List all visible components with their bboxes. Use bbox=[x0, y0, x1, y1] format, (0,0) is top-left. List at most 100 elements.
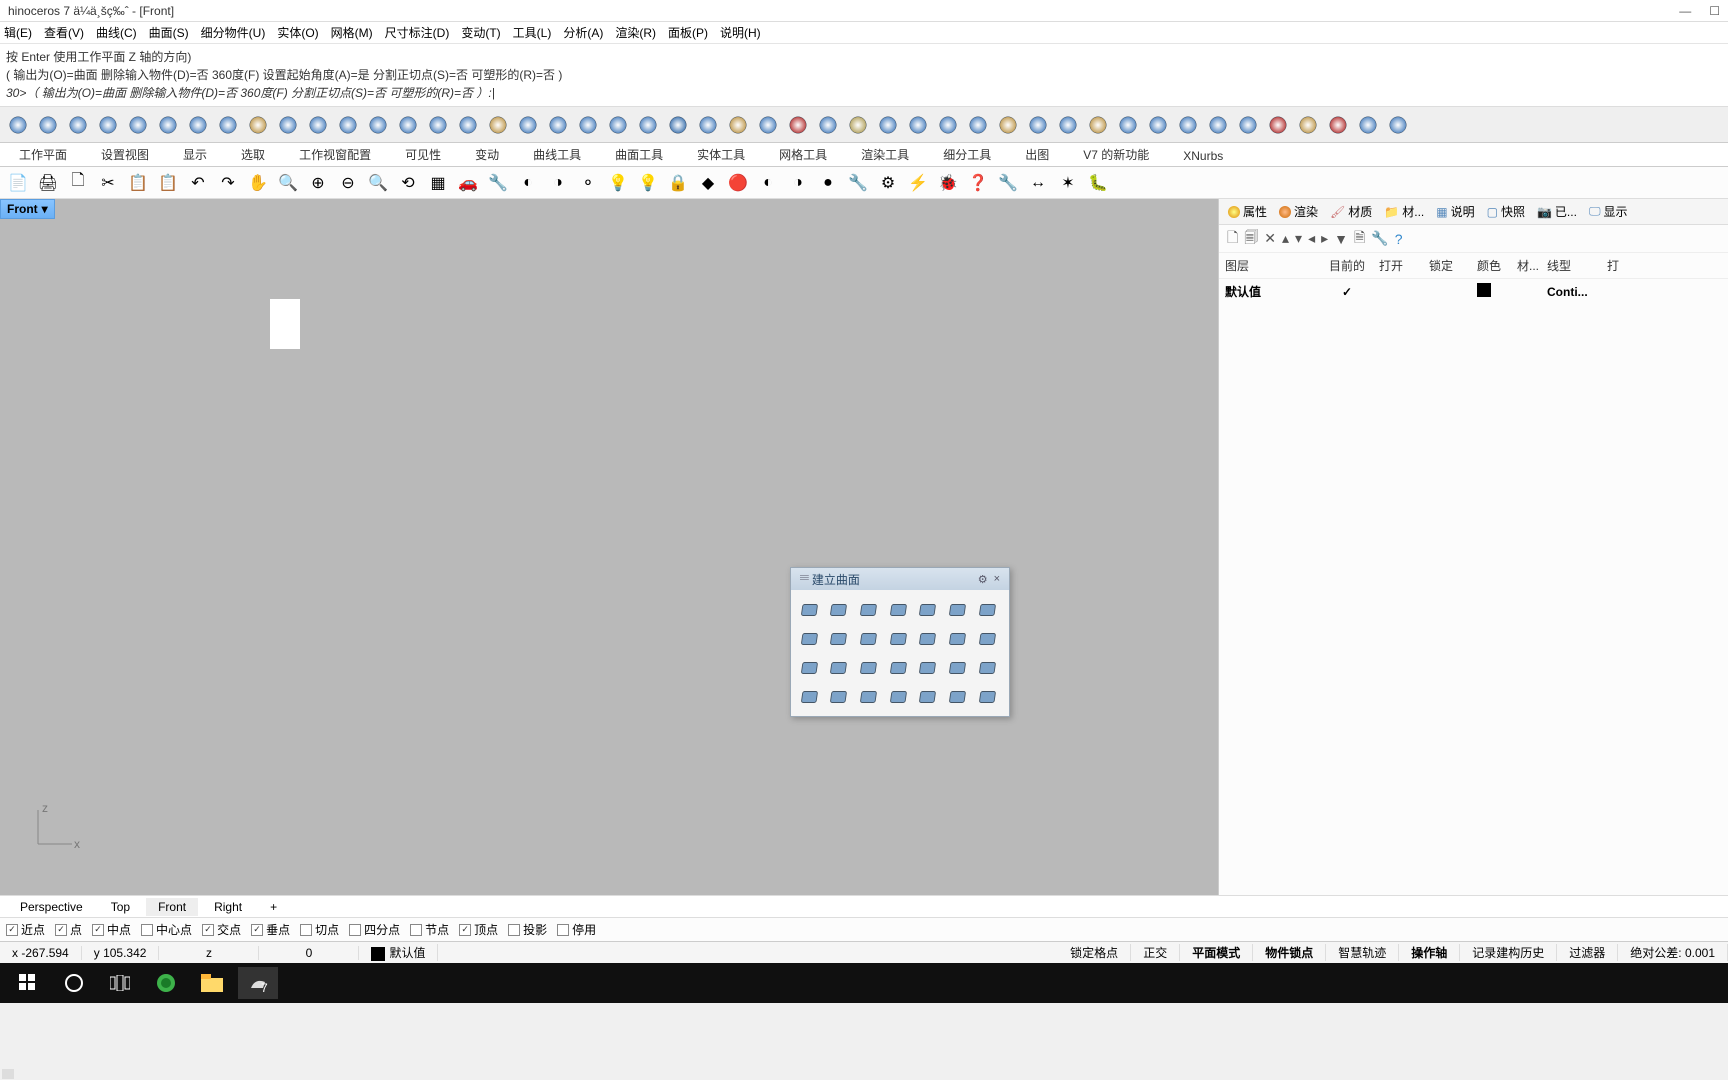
main-tool-27[interactable] bbox=[814, 111, 842, 139]
main-tool-38[interactable] bbox=[1144, 111, 1172, 139]
osnap-checkbox-5[interactable] bbox=[251, 924, 263, 936]
std-tool-35[interactable]: ✶ bbox=[1054, 169, 1082, 197]
main-tool-43[interactable] bbox=[1294, 111, 1322, 139]
taskbar-explorer-icon[interactable] bbox=[192, 967, 232, 999]
status-filter[interactable]: 过滤器 bbox=[1557, 944, 1618, 961]
main-tool-24[interactable] bbox=[724, 111, 752, 139]
new-sublayer-icon[interactable]: 🗐 bbox=[1244, 227, 1258, 251]
main-tool-15[interactable] bbox=[454, 111, 482, 139]
main-tool-41[interactable] bbox=[1234, 111, 1262, 139]
main-tool-9[interactable] bbox=[274, 111, 302, 139]
osnap-10[interactable]: 投影 bbox=[508, 921, 547, 938]
surface-tool-6[interactable] bbox=[975, 596, 1002, 623]
osnap-checkbox-8[interactable] bbox=[410, 924, 422, 936]
main-tool-23[interactable] bbox=[694, 111, 722, 139]
surface-tool-16[interactable] bbox=[856, 654, 883, 681]
osnap-checkbox-3[interactable] bbox=[141, 924, 153, 936]
copy-icon[interactable]: 🗎 bbox=[1354, 227, 1365, 251]
col-print[interactable]: 打 bbox=[1607, 257, 1637, 274]
view-tab-top[interactable]: Top bbox=[99, 898, 142, 916]
tab-setview[interactable]: 设置视图 bbox=[86, 142, 164, 166]
surface-tool-2[interactable] bbox=[856, 596, 883, 623]
menu-transform[interactable]: 变动(T) bbox=[461, 24, 500, 41]
menu-tools[interactable]: 工具(L) bbox=[513, 24, 552, 41]
std-tool-31[interactable]: 🐞 bbox=[934, 169, 962, 197]
floating-panel-titlebar[interactable]: 𝄘 建立曲面 ⚙ × bbox=[791, 568, 1009, 590]
std-tool-32[interactable]: ❓ bbox=[964, 169, 992, 197]
tab-display[interactable]: 显示 bbox=[168, 142, 222, 166]
osnap-6[interactable]: 切点 bbox=[300, 921, 339, 938]
std-tool-33[interactable]: 🔧 bbox=[994, 169, 1022, 197]
std-tool-24[interactable]: 🔴 bbox=[724, 169, 752, 197]
osnap-3[interactable]: 中心点 bbox=[141, 921, 192, 938]
tab-rendertools[interactable]: 渲染工具 bbox=[846, 142, 924, 166]
main-tool-7[interactable] bbox=[214, 111, 242, 139]
osnap-checkbox-10[interactable] bbox=[508, 924, 520, 936]
rp-tab-snapshot[interactable]: ▢快照 bbox=[1482, 201, 1530, 222]
std-tool-30[interactable]: ⚡ bbox=[904, 169, 932, 197]
main-tool-3[interactable] bbox=[94, 111, 122, 139]
main-tool-29[interactable] bbox=[874, 111, 902, 139]
help-icon[interactable]: ? bbox=[1395, 231, 1403, 247]
osnap-2[interactable]: 中点 bbox=[92, 921, 131, 938]
surface-tool-26[interactable] bbox=[946, 683, 973, 710]
main-tool-0[interactable] bbox=[4, 111, 32, 139]
std-tool-2[interactable]: 🗋 bbox=[64, 169, 92, 197]
tab-select[interactable]: 选取 bbox=[226, 142, 280, 166]
main-tool-37[interactable] bbox=[1114, 111, 1142, 139]
col-current[interactable]: 目前的 bbox=[1315, 257, 1379, 274]
col-material[interactable]: 材... bbox=[1517, 257, 1547, 274]
main-tool-42[interactable] bbox=[1264, 111, 1292, 139]
maximize-button[interactable]: ☐ bbox=[1709, 4, 1720, 18]
osnap-checkbox-6[interactable] bbox=[300, 924, 312, 936]
tab-v7new[interactable]: V7 的新功能 bbox=[1068, 142, 1164, 166]
osnap-checkbox-4[interactable] bbox=[202, 924, 214, 936]
rp-tab-properties[interactable]: 属性 bbox=[1223, 201, 1272, 222]
col-linetype[interactable]: 线型 bbox=[1547, 257, 1607, 274]
menu-edit[interactable]: 辑(E) bbox=[4, 24, 32, 41]
rp-tab-mat2[interactable]: 📁材... bbox=[1379, 201, 1429, 222]
main-tool-4[interactable] bbox=[124, 111, 152, 139]
osnap-checkbox-0[interactable] bbox=[6, 924, 18, 936]
move-up-icon[interactable]: ▴ bbox=[1282, 230, 1289, 247]
main-tool-40[interactable] bbox=[1204, 111, 1232, 139]
status-gridsnap[interactable]: 锁定格点 bbox=[1058, 944, 1131, 961]
surface-tool-15[interactable] bbox=[827, 654, 854, 681]
main-tool-19[interactable] bbox=[574, 111, 602, 139]
tab-meshtools[interactable]: 网格工具 bbox=[764, 142, 842, 166]
surface-tool-21[interactable] bbox=[797, 683, 824, 710]
main-tool-20[interactable] bbox=[604, 111, 632, 139]
tab-transform[interactable]: 变动 bbox=[460, 142, 514, 166]
std-tool-10[interactable]: ⊕ bbox=[304, 169, 332, 197]
std-tool-20[interactable]: 💡 bbox=[604, 169, 632, 197]
std-tool-12[interactable]: 🔍 bbox=[364, 169, 392, 197]
surface-tool-13[interactable] bbox=[975, 625, 1002, 652]
main-tool-36[interactable] bbox=[1084, 111, 1112, 139]
surface-tool-27[interactable] bbox=[975, 683, 1002, 710]
osnap-checkbox-9[interactable] bbox=[459, 924, 471, 936]
tab-solidtools[interactable]: 实体工具 bbox=[682, 142, 760, 166]
tab-xnurbs[interactable]: XNurbs bbox=[1168, 145, 1238, 166]
move-down-icon[interactable]: ▾ bbox=[1295, 230, 1302, 247]
surface-tool-11[interactable] bbox=[916, 625, 943, 652]
main-tool-34[interactable] bbox=[1024, 111, 1052, 139]
panel-close-icon[interactable]: × bbox=[991, 573, 1003, 585]
main-tool-30[interactable] bbox=[904, 111, 932, 139]
main-tool-2[interactable] bbox=[64, 111, 92, 139]
delete-layer-icon[interactable]: ✕ bbox=[1264, 230, 1276, 247]
menu-curve[interactable]: 曲线(C) bbox=[96, 24, 137, 41]
menu-panels[interactable]: 面板(P) bbox=[668, 24, 708, 41]
minimize-button[interactable]: — bbox=[1679, 4, 1691, 18]
main-tool-5[interactable] bbox=[154, 111, 182, 139]
std-tool-9[interactable]: 🔍 bbox=[274, 169, 302, 197]
main-tool-14[interactable] bbox=[424, 111, 452, 139]
tab-curvetools[interactable]: 曲线工具 bbox=[518, 142, 596, 166]
osnap-checkbox-11[interactable] bbox=[557, 924, 569, 936]
menu-analyze[interactable]: 分析(A) bbox=[563, 24, 603, 41]
main-tool-6[interactable] bbox=[184, 111, 212, 139]
std-tool-23[interactable]: ◆ bbox=[694, 169, 722, 197]
status-ortho[interactable]: 正交 bbox=[1131, 944, 1180, 961]
surface-tool-5[interactable] bbox=[946, 596, 973, 623]
status-history[interactable]: 记录建构历史 bbox=[1460, 944, 1557, 961]
status-gumball[interactable]: 操作轴 bbox=[1399, 944, 1460, 961]
